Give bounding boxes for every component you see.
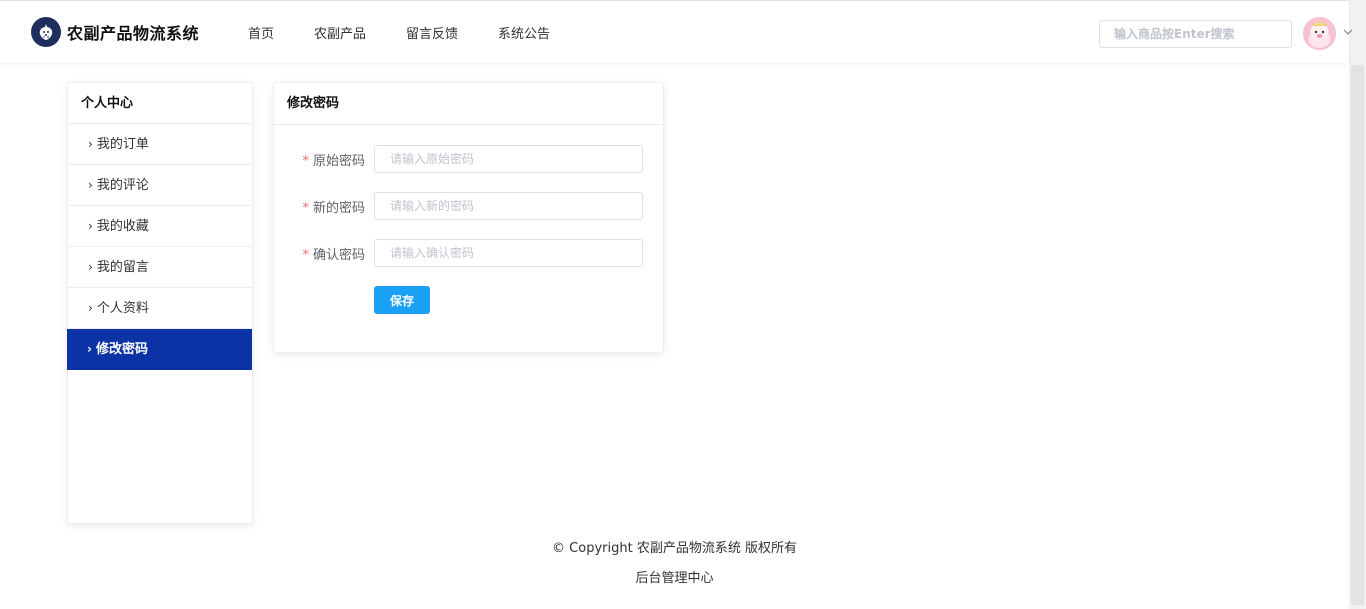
nav-home[interactable]: 首页 xyxy=(248,23,274,42)
nav-products[interactable]: 农副产品 xyxy=(314,23,366,42)
required-mark: * xyxy=(302,248,309,263)
chevron-right-icon: › xyxy=(88,219,93,233)
nav-announcements[interactable]: 系统公告 xyxy=(498,23,550,42)
sidebar-title: 个人中心 xyxy=(68,83,252,124)
card-title: 修改密码 xyxy=(274,83,663,125)
chevron-right-icon: › xyxy=(88,178,93,192)
new-password-label: * 新的密码 xyxy=(302,197,365,216)
old-password-label: * 原始密码 xyxy=(302,150,365,169)
footer-copyright: © Copyright 农副产品物流系统 版权所有 xyxy=(552,541,797,556)
sidebar-item-label: 我的评论 xyxy=(96,178,149,193)
sidebar-item-orders[interactable]: › 我的订单 xyxy=(68,124,252,165)
new-password-label-text: 新的密码 xyxy=(312,201,365,216)
sidebar-item-label: 我的订单 xyxy=(96,137,149,152)
change-password-card: 修改密码 * 原始密码 * 新的密码 * 确认密码 保存 xyxy=(273,82,664,353)
required-mark: * xyxy=(302,154,309,169)
app-title: 农副产品物流系统 xyxy=(67,24,200,43)
strawberry-icon xyxy=(31,17,61,47)
sidebar-item-label: 个人资料 xyxy=(96,301,149,316)
sidebar-item-label: 我的收藏 xyxy=(96,219,149,234)
confirm-password-label-text: 确认密码 xyxy=(312,248,365,263)
main-nav: 首页 农副产品 留言反馈 系统公告 xyxy=(248,23,590,42)
admin-center-link[interactable]: 后台管理中心 xyxy=(0,567,1349,586)
sidebar-item-label: 我的留言 xyxy=(96,260,149,275)
scrollbar-thumb[interactable] xyxy=(1351,65,1364,605)
personal-center-sidebar: 个人中心 › 我的订单 › 我的评论 › 我的收藏 › 我的留言 › 个人资料 › 修改密码 xyxy=(67,82,253,524)
new-password-field[interactable] xyxy=(374,192,643,220)
sidebar-item-favorites[interactable]: › 我的收藏 xyxy=(68,206,252,247)
chevron-right-icon: › xyxy=(87,342,92,356)
nav-feedback[interactable]: 留言反馈 xyxy=(406,23,458,42)
form-row-old-password: * 原始密码 xyxy=(274,145,665,173)
sidebar-item-label: 修改密码 xyxy=(95,342,148,357)
chevron-down-icon[interactable] xyxy=(1342,26,1354,38)
search-input[interactable] xyxy=(1099,20,1292,48)
sidebar-item-comments[interactable]: › 我的评论 xyxy=(68,165,252,206)
sidebar-item-change-password[interactable]: › 修改密码 xyxy=(67,329,252,370)
required-mark: * xyxy=(302,201,309,216)
old-password-label-text: 原始密码 xyxy=(312,154,365,169)
chevron-right-icon: › xyxy=(88,301,93,315)
form-row-new-password: * 新的密码 xyxy=(274,192,665,220)
logo[interactable]: 农副产品物流系统 xyxy=(31,17,199,47)
sidebar-item-messages[interactable]: › 我的留言 xyxy=(68,247,252,288)
top-header: 农副产品物流系统 首页 农副产品 留言反馈 系统公告 xyxy=(0,0,1353,63)
chevron-right-icon: › xyxy=(88,137,93,151)
form-row-confirm-password: * 确认密码 xyxy=(274,239,665,267)
chevron-right-icon: › xyxy=(88,260,93,274)
old-password-field[interactable] xyxy=(374,145,643,173)
confirm-password-label: * 确认密码 xyxy=(302,244,365,263)
confirm-password-field[interactable] xyxy=(374,239,643,267)
user-avatar[interactable] xyxy=(1303,17,1336,50)
sidebar-item-profile[interactable]: › 个人资料 xyxy=(68,288,252,329)
save-button[interactable]: 保存 xyxy=(374,286,430,314)
